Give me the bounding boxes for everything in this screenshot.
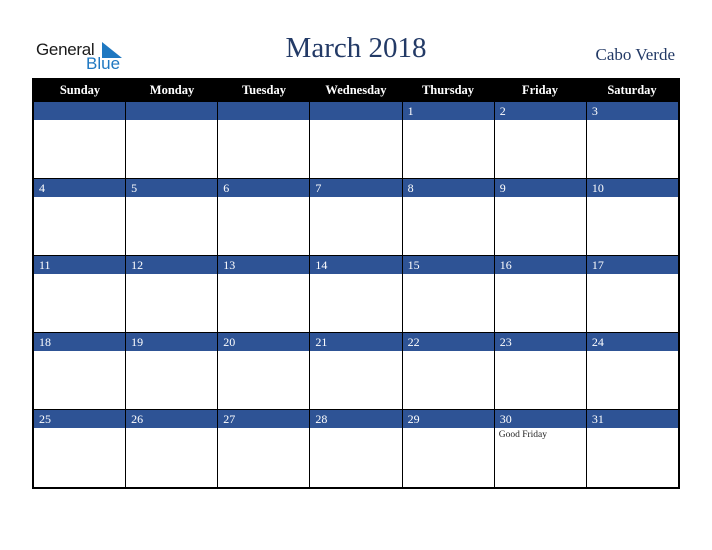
day-cell[interactable]: 26 bbox=[126, 410, 219, 487]
day-number: 3 bbox=[586, 102, 678, 120]
day-number bbox=[218, 102, 310, 120]
day-cell[interactable]: 19 bbox=[126, 333, 219, 410]
week-row: 18 19 20 21 22 23 24 bbox=[34, 333, 678, 410]
day-number: 26 bbox=[126, 410, 218, 428]
day-cell[interactable]: 29 bbox=[402, 410, 495, 487]
day-number: 25 bbox=[34, 410, 126, 428]
holiday-label: Good Friday bbox=[498, 430, 547, 440]
weekday-thursday: Thursday bbox=[421, 83, 475, 97]
day-number: 24 bbox=[586, 333, 678, 351]
day-number: 10 bbox=[586, 179, 678, 197]
day-cell[interactable]: 27 bbox=[218, 410, 311, 487]
day-cell[interactable]: 23 bbox=[494, 333, 587, 410]
day-number: 23 bbox=[494, 333, 586, 351]
day-cell[interactable]: 24 bbox=[586, 333, 678, 410]
day-cell[interactable]: 18 bbox=[34, 333, 127, 410]
day-number bbox=[310, 102, 402, 120]
day-number bbox=[34, 102, 126, 120]
day-cell[interactable]: 22 bbox=[402, 333, 495, 410]
day-number: 19 bbox=[126, 333, 218, 351]
day-number: 18 bbox=[34, 333, 126, 351]
day-number: 28 bbox=[310, 410, 402, 428]
day-number: 15 bbox=[402, 256, 494, 274]
day-number bbox=[126, 102, 218, 120]
week-row: 11 12 13 14 15 16 17 bbox=[34, 256, 678, 333]
day-number: 1 bbox=[402, 102, 494, 120]
day-cell[interactable]: 16 bbox=[494, 256, 587, 333]
day-cell[interactable] bbox=[310, 102, 403, 179]
day-cell[interactable]: 17 bbox=[586, 256, 678, 333]
day-cell[interactable]: 12 bbox=[126, 256, 219, 333]
day-number: 13 bbox=[218, 256, 310, 274]
weekday-wednesday: Wednesday bbox=[325, 83, 387, 97]
day-number: 9 bbox=[494, 179, 586, 197]
day-cell[interactable]: 11 bbox=[34, 256, 127, 333]
day-number: 29 bbox=[402, 410, 494, 428]
day-cell[interactable]: 4 bbox=[34, 179, 127, 256]
day-number: 27 bbox=[218, 410, 310, 428]
week-row: 123 bbox=[34, 102, 678, 179]
weekday-saturday: Saturday bbox=[607, 83, 657, 97]
day-number: 17 bbox=[586, 256, 678, 274]
day-number: 20 bbox=[218, 333, 310, 351]
weekday-friday: Friday bbox=[521, 83, 559, 97]
week-row: 25 26 27 28 29 30 Good Friday 31 bbox=[34, 410, 678, 487]
weekday-sunday: Sunday bbox=[59, 83, 101, 97]
day-number: 30 bbox=[494, 410, 586, 428]
day-number: 22 bbox=[402, 333, 494, 351]
day-cell[interactable] bbox=[34, 102, 127, 179]
day-number: 5 bbox=[126, 179, 218, 197]
day-cell[interactable]: 14 bbox=[310, 256, 403, 333]
weekday-monday: Monday bbox=[149, 83, 195, 97]
day-cell[interactable]: 20 bbox=[218, 333, 311, 410]
day-cell[interactable]: 28 bbox=[310, 410, 403, 487]
day-cell[interactable]: 25 bbox=[34, 410, 127, 487]
day-cell[interactable]: 31 bbox=[586, 410, 678, 487]
day-cell[interactable]: 10 bbox=[586, 179, 678, 256]
day-cell[interactable]: 13 bbox=[218, 256, 311, 333]
day-cell[interactable]: 5 bbox=[126, 179, 219, 256]
day-cell[interactable]: 9 bbox=[494, 179, 587, 256]
day-number: 2 bbox=[494, 102, 586, 120]
day-number: 6 bbox=[218, 179, 310, 197]
week-row: 4 5 6 7 8 9 10 bbox=[34, 179, 678, 256]
day-number: 8 bbox=[402, 179, 494, 197]
day-cell[interactable]: 1 bbox=[402, 102, 495, 179]
day-cell[interactable]: 7 bbox=[310, 179, 403, 256]
day-number: 14 bbox=[310, 256, 402, 274]
day-cell[interactable]: 30 Good Friday bbox=[494, 410, 587, 487]
day-number: 21 bbox=[310, 333, 402, 351]
day-number: 7 bbox=[310, 179, 402, 197]
weekday-header: Sunday Monday Tuesday Wednesday Thursday Frid… bbox=[34, 78, 678, 102]
country-label: Cabo Verde bbox=[595, 45, 675, 64]
day-cell[interactable]: 8 bbox=[402, 179, 495, 256]
day-number: 11 bbox=[34, 256, 126, 274]
day-cell[interactable] bbox=[126, 102, 219, 179]
calendar-grid: Sunday Monday Tuesday Wednesday Thursday Frid… bbox=[32, 78, 680, 489]
day-number: 31 bbox=[586, 410, 678, 428]
weekday-tuesday: Tuesday bbox=[241, 83, 286, 97]
day-cell[interactable]: 2 bbox=[494, 102, 587, 179]
day-cell[interactable]: 3 bbox=[586, 102, 678, 179]
day-number: 4 bbox=[34, 179, 126, 197]
day-cell[interactable]: 6 bbox=[218, 179, 311, 256]
day-cell[interactable] bbox=[218, 102, 311, 179]
day-number: 16 bbox=[494, 256, 586, 274]
day-number: 12 bbox=[126, 256, 218, 274]
day-cell[interactable]: 15 bbox=[402, 256, 495, 333]
day-cell[interactable]: 21 bbox=[310, 333, 403, 410]
